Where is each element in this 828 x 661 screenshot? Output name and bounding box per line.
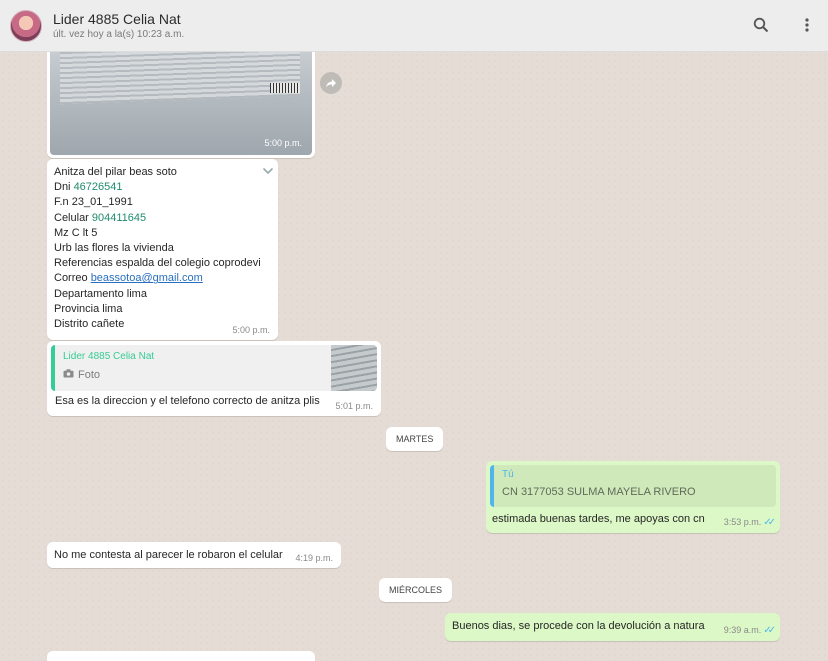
document-image	[60, 52, 300, 105]
menu-icon[interactable]	[796, 14, 818, 36]
chat-header: Lider 4885 Celia Nat últ. vez hoy a la(s…	[0, 0, 828, 52]
quoted-message[interactable]: Tú CN 3177053 SULMA MAYELA RIVERO	[490, 465, 776, 507]
reply-message[interactable]: Lider 4885 Celia Nat Foto Esa es la dire…	[47, 341, 381, 416]
detail-phone: Celular 904411645	[54, 211, 147, 224]
detail-birthdate: F.n 23_01_1991	[54, 196, 133, 209]
incoming-message[interactable]: No me contesta al parecer le robaron el …	[47, 542, 341, 568]
message-time: 9:39 a.m. ✓✓	[723, 625, 776, 636]
incoming-message-partial[interactable]	[47, 651, 315, 661]
barcode-image	[270, 83, 300, 93]
camera-icon	[63, 369, 74, 381]
outgoing-reply-message[interactable]: Tú CN 3177053 SULMA MAYELA RIVERO estima…	[486, 461, 780, 533]
message-time: 3:53 p.m. ✓✓	[723, 517, 776, 528]
forward-icon[interactable]	[320, 72, 342, 94]
contact-details-message[interactable]: Anitza del pilar beas soto Dni 46726541 …	[47, 159, 278, 340]
avatar[interactable]	[10, 9, 42, 42]
date-separator-tuesday: MARTES	[386, 427, 444, 451]
detail-reference: Referencias espalda del colegio coprodev…	[54, 257, 261, 270]
contact-name: Lider 4885 Celia Nat	[53, 10, 181, 27]
quoted-author: Lider 4885 Celia Nat	[63, 351, 155, 362]
quoted-text: CN 3177053 SULMA MAYELA RIVERO	[502, 486, 696, 498]
read-ticks-icon: ✓✓	[763, 517, 776, 528]
quoted-message[interactable]: Lider 4885 Celia Nat Foto	[51, 345, 377, 391]
quoted-author: Tú	[502, 469, 514, 480]
detail-name: Anitza del pilar beas soto	[54, 166, 177, 178]
detail-email: Correo beassotoa@gmail.com	[54, 272, 203, 285]
message-text: No me contesta al parecer le robaron el …	[54, 549, 283, 561]
date-separator-wednesday: MIÉRCOLES	[379, 578, 453, 602]
message-time: 5:01 p.m.	[335, 401, 373, 411]
message-text: Esa es la direccion y el telefono correc…	[55, 395, 320, 407]
quoted-thumbnail	[331, 345, 377, 391]
detail-urbanization: Urb las flores la vivienda	[54, 242, 174, 255]
message-time: 4:19 p.m.	[295, 553, 333, 563]
search-icon[interactable]	[750, 14, 772, 36]
phone-number-link[interactable]: 904411645	[92, 212, 146, 224]
outgoing-message[interactable]: Buenos dias, se procede con la devolució…	[445, 613, 780, 641]
contact-info[interactable]: Lider 4885 Celia Nat últ. vez hoy a la(s…	[53, 10, 184, 42]
last-seen: últ. vez hoy a la(s) 10:23 a.m.	[53, 28, 185, 40]
document-photo[interactable]: 5:00 p.m.	[50, 52, 312, 155]
detail-block: Mz C lt 5	[54, 226, 98, 239]
detail-department: Departamento lima	[54, 287, 147, 300]
read-ticks-icon: ✓✓	[763, 625, 776, 636]
message-text: estimada buenas tardes, me apoyas con cn	[492, 513, 705, 525]
message-text: Buenos dias, se procede con la devolució…	[452, 620, 705, 632]
message-time: 5:00 p.m.	[264, 138, 302, 148]
message-list[interactable]: 5:00 p.m. Anitza del pilar beas soto Dni…	[0, 52, 828, 661]
message-time: 5:00 p.m.	[232, 325, 270, 335]
detail-province: Provincia lima	[54, 302, 123, 315]
photo-message[interactable]: 5:00 p.m.	[47, 52, 315, 158]
email-link[interactable]: beassotoa@gmail.com	[91, 272, 203, 284]
chevron-down-icon[interactable]	[262, 163, 274, 178]
dni-number-link[interactable]: 46726541	[74, 181, 123, 193]
quoted-type: Foto	[63, 369, 100, 381]
detail-dni: Dni 46726541	[54, 181, 123, 194]
